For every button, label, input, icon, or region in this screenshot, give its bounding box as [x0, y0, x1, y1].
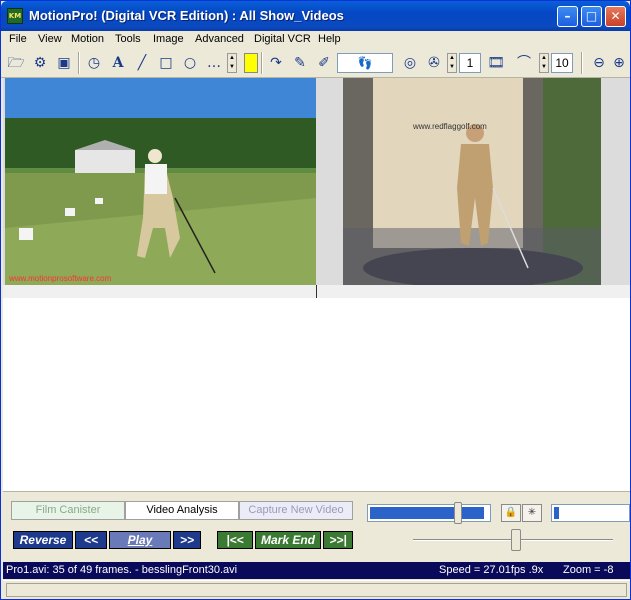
menu-bar: File View Motion Tools Image Advanced Di…	[1, 31, 630, 50]
tab-film-canister[interactable]: Film Canister	[11, 501, 125, 520]
window-title: MotionPro! (Digital VCR Edition) : All S…	[29, 8, 344, 23]
frame-progress-thumb[interactable]	[454, 502, 462, 524]
frame-step-stepper[interactable]: ▲ ▼	[447, 53, 457, 73]
arc-tool-icon[interactable]: ⌒	[513, 52, 535, 74]
text-icon[interactable]: A	[107, 52, 129, 74]
status-zoom: Zoom = -8	[563, 564, 614, 576]
filmstrip-icon[interactable]: 🎞	[485, 52, 507, 74]
toolbar: 🗁 ⚙ ▣ ◷ A ╱ □ ○ … ▲ ▼ ↷ ✎ ✐ 👣 ◎ ✇ ▲ ▼ 1 🎞 …	[1, 50, 630, 78]
line-width-stepper[interactable]: ▲ ▼	[227, 53, 237, 73]
footsteps-icon[interactable]: 👣	[337, 53, 393, 73]
frame-progress-fill	[370, 507, 484, 519]
footer-panel	[6, 583, 627, 597]
status-file-info: Pro1.avi: 35 of 49 frames. - besslingFro…	[6, 564, 238, 576]
right-progress-bar[interactable]	[551, 504, 630, 522]
status-speed: Speed = 27.01fps .9x	[439, 564, 544, 576]
trail-stepper[interactable]: ▲ ▼	[539, 53, 549, 73]
video-area: www.motionprosoftware.com www.redflaggol…	[3, 78, 630, 298]
right-video-watermark: www.redflaggolf.com	[413, 122, 487, 131]
toolbar-separator	[78, 52, 80, 74]
zoom-in-icon[interactable]: ⊕	[608, 52, 630, 74]
spiral-icon[interactable]: ◎	[399, 52, 421, 74]
trail-field[interactable]: 10	[551, 53, 573, 73]
menu-digital-vcr[interactable]: Digital VCR	[254, 33, 311, 45]
menu-view[interactable]: View	[38, 33, 62, 45]
reverse-button[interactable]: Reverse	[13, 531, 73, 549]
stopwatch-icon[interactable]: ◷	[83, 52, 105, 74]
pane-divider[interactable]	[316, 285, 317, 298]
tab-capture-new-video[interactable]: Capture New Video	[239, 501, 353, 520]
tab-video-analysis[interactable]: Video Analysis	[125, 501, 239, 520]
footer-bar	[3, 580, 630, 599]
close-button[interactable]: ✕	[605, 6, 626, 27]
title-bar[interactable]: KM MotionPro! (Digital VCR Edition) : Al…	[1, 1, 630, 31]
pen-icon[interactable]: ✎	[289, 52, 311, 74]
right-progress-fill	[554, 507, 559, 519]
properties-icon[interactable]: ⚙	[29, 52, 51, 74]
menu-tools[interactable]: Tools	[115, 33, 141, 45]
forward-button[interactable]: >>	[173, 531, 201, 549]
sync-icon[interactable]: ✳	[522, 504, 542, 522]
mark-end-button[interactable]: Mark End	[255, 531, 321, 549]
lock-icon[interactable]: 🔒	[501, 504, 521, 522]
video-gap	[316, 78, 343, 285]
circle-icon[interactable]: ○	[179, 52, 201, 74]
menu-file[interactable]: File	[9, 33, 27, 45]
frame-step-field[interactable]: 1	[459, 53, 481, 73]
film-reel-icon[interactable]: ✇	[423, 52, 445, 74]
left-video-watermark: www.motionprosoftware.com	[9, 274, 112, 283]
open-folder-icon[interactable]: 🗁	[5, 52, 27, 74]
rewind-button[interactable]: <<	[75, 531, 107, 549]
speed-slider-thumb[interactable]	[511, 529, 521, 551]
drawing-canvas[interactable]	[3, 298, 630, 491]
play-button[interactable]: Play	[109, 531, 171, 549]
app-logo-icon[interactable]: KM	[7, 8, 23, 24]
frame-progress-bar[interactable]	[367, 502, 491, 524]
toolbar-separator	[261, 52, 263, 74]
dotted-line-icon[interactable]: …	[203, 52, 225, 74]
minimize-button[interactable]: –	[557, 6, 578, 27]
menu-advanced[interactable]: Advanced	[195, 33, 244, 45]
redo-arrow-icon[interactable]: ↷	[265, 52, 287, 74]
control-panel: Film Canister Video Analysis Capture New…	[3, 491, 630, 561]
rectangle-icon[interactable]: □	[155, 52, 177, 74]
video-pane-left[interactable]: www.motionprosoftware.com	[5, 78, 316, 285]
toolbar-separator	[581, 52, 583, 74]
video-pane-right[interactable]: www.redflaggolf.com	[343, 78, 601, 285]
golfer-left-image	[5, 78, 316, 285]
menu-image[interactable]: Image	[153, 33, 184, 45]
color-swatch[interactable]	[244, 53, 258, 73]
menu-motion[interactable]: Motion	[71, 33, 104, 45]
double-pen-icon[interactable]: ✐	[313, 52, 335, 74]
to-start-button[interactable]: |<<	[217, 531, 253, 549]
zoom-out-icon[interactable]: ⊖	[588, 52, 610, 74]
golfer-right-image	[343, 78, 601, 285]
status-bar: Pro1.avi: 35 of 49 frames. - besslingFro…	[3, 562, 630, 579]
app-window: KM MotionPro! (Digital VCR Edition) : Al…	[0, 0, 631, 600]
to-end-button[interactable]: >>|	[323, 531, 353, 549]
line-icon[interactable]: ╱	[131, 52, 153, 74]
compare-icon[interactable]: ▣	[53, 52, 75, 74]
maximize-button[interactable]: □	[581, 6, 602, 27]
menu-help[interactable]: Help	[318, 33, 341, 45]
